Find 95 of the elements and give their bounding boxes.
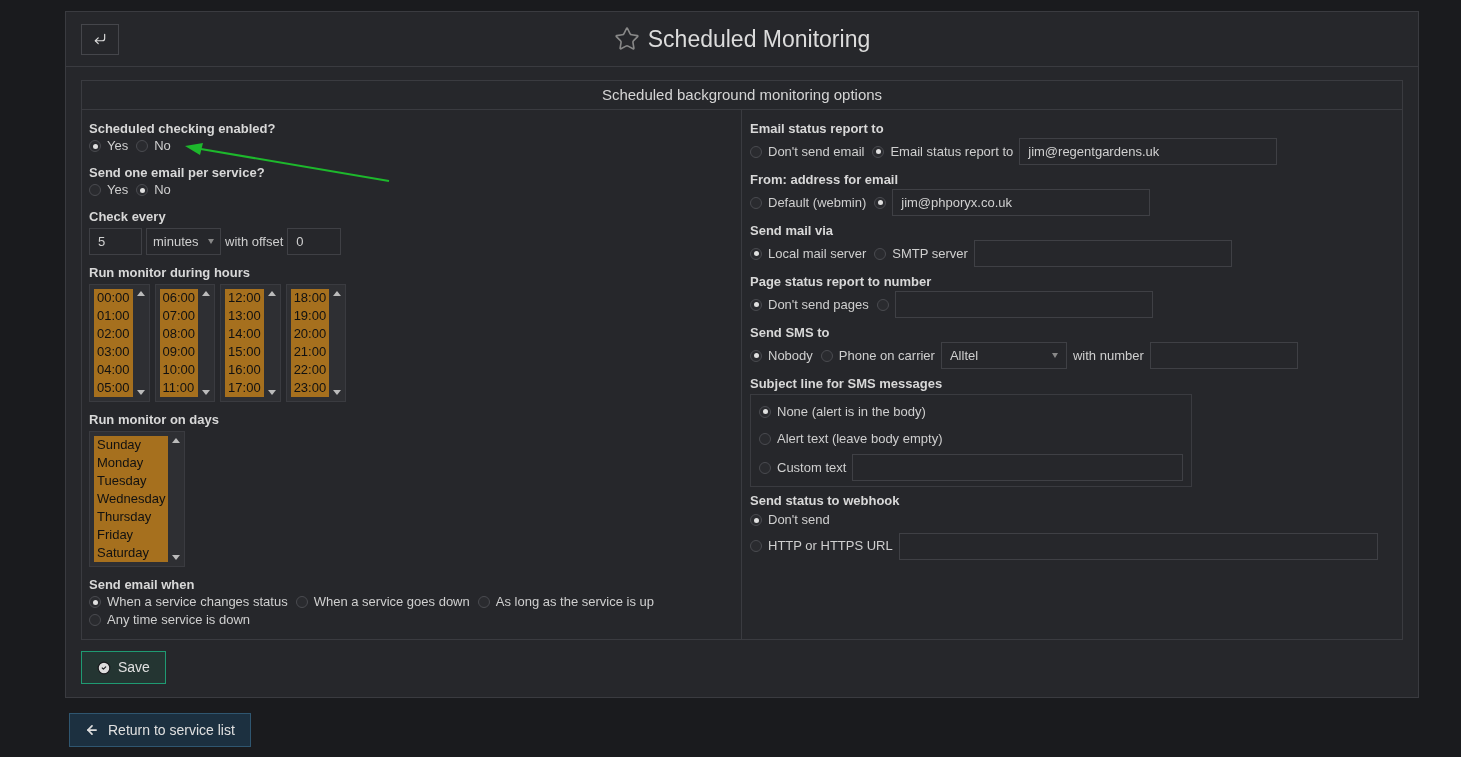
radio-button[interactable] (89, 140, 101, 152)
field-label: Send SMS to (750, 325, 831, 341)
radio-label: HTTP or HTTPS URL (768, 537, 893, 556)
radio-button[interactable] (759, 461, 771, 474)
scroll-up-icon[interactable] (267, 291, 276, 296)
caret-icon (208, 239, 214, 244)
radio-label: SMTP server (892, 244, 968, 263)
radio-label: When a service goes down (313, 593, 470, 612)
list-box[interactable]: 00:00 01:00 02:00 03:00 04:00 05:00 (89, 284, 150, 402)
field-label: Email status report to (750, 121, 885, 137)
text-field[interactable] (1149, 342, 1298, 369)
radio-button[interactable] (872, 145, 885, 158)
radio-button[interactable] (874, 247, 887, 260)
radio-button[interactable] (876, 298, 889, 311)
radio-label: Custom text (777, 458, 847, 477)
field-label: Send mail via (750, 223, 835, 239)
radio-button[interactable] (759, 405, 771, 418)
radio-button[interactable] (136, 140, 149, 152)
scroll-down-icon[interactable] (267, 390, 276, 395)
text-field[interactable]: jim@regentgardens.uk (1019, 138, 1278, 165)
field-label: Subject line for SMS messages (750, 376, 944, 392)
radio-button[interactable] (750, 540, 762, 552)
scroll-up-icon[interactable] (172, 438, 181, 443)
panel-heading: Scheduled background monitoring options (601, 84, 883, 105)
save-button[interactable]: Save (81, 651, 166, 684)
radio-label: Alert text (leave body empty) (777, 429, 943, 448)
radio-button[interactable] (750, 298, 762, 311)
radio-label: Don't send pages (768, 295, 869, 314)
radio-button[interactable] (820, 349, 833, 362)
field-label: Run monitor during hours (89, 265, 252, 281)
scroll-down-icon[interactable] (136, 390, 145, 395)
list-box[interactable]: Sunday Monday Tuesday Wednesday Thursday Friday Saturday (89, 431, 186, 567)
radio-button[interactable] (89, 184, 101, 196)
field-label: with offset (225, 232, 284, 251)
text-field[interactable] (852, 454, 1183, 481)
radio-label: Phone on carrier (838, 346, 935, 365)
radio-button[interactable] (89, 614, 101, 626)
text-field[interactable] (898, 532, 1378, 560)
text-field[interactable] (894, 291, 1153, 318)
radio-button[interactable] (759, 432, 771, 445)
scroll-down-icon[interactable] (333, 390, 342, 395)
field-label: Send email when (89, 577, 196, 593)
scroll-down-icon[interactable] (172, 555, 181, 560)
radio-button[interactable] (477, 596, 490, 608)
radio-label: When a service changes status (107, 593, 288, 612)
field-label: Send one email per service? (89, 165, 266, 181)
field-label: with number (1072, 346, 1144, 365)
radio-label: Email status report to (890, 142, 1014, 161)
radio-button[interactable] (750, 514, 762, 526)
radio-label: Nobody (768, 346, 813, 365)
unit-select[interactable]: minutes (146, 228, 221, 255)
radio-label: Yes (107, 181, 129, 200)
caret-icon (1051, 353, 1058, 358)
return-button[interactable]: Return to service list (69, 713, 251, 747)
radio-label: No (154, 181, 171, 200)
radio-label: As long as the service is up (495, 593, 654, 612)
field-label: Run monitor on days (89, 412, 220, 428)
text-field[interactable]: 0 (287, 228, 342, 255)
star-icon (613, 26, 640, 52)
scroll-up-icon[interactable] (333, 291, 342, 296)
field-label: From: address for email (750, 172, 900, 188)
field-label: Scheduled checking enabled? (89, 121, 277, 137)
radio-button[interactable] (750, 145, 762, 158)
text-field[interactable]: 5 (89, 228, 142, 255)
text-field[interactable]: jim@phporyx.co.uk (892, 189, 1151, 216)
field-label: Check every (89, 209, 167, 225)
radio-button[interactable] (136, 184, 149, 196)
scroll-up-icon[interactable] (202, 291, 211, 296)
radio-label: Yes (107, 137, 129, 156)
radio-button[interactable] (750, 196, 762, 209)
radio-button[interactable] (89, 596, 101, 608)
field-label: Send status to webhook (750, 493, 901, 509)
scroll-up-icon[interactable] (136, 291, 145, 296)
scroll-down-icon[interactable] (202, 390, 211, 395)
radio-label: Any time service is down (107, 611, 251, 630)
radio-label: Don't send email (768, 142, 865, 161)
radio-label: Don't send (768, 511, 830, 530)
radio-button[interactable] (295, 596, 308, 608)
list-box[interactable]: 06:00 07:00 08:00 09:00 10:00 11:00 (154, 284, 216, 402)
radio-button[interactable] (750, 247, 762, 260)
radio-label: Local mail server (768, 244, 867, 263)
list-box[interactable]: 18:00 19:00 20:00 21:00 22:00 23:00 (285, 284, 347, 402)
radio-label: Default (webmin) (768, 193, 867, 212)
list-box[interactable]: 12:00 13:00 14:00 15:00 16:00 17:00 (220, 284, 281, 402)
check-circle-icon (97, 660, 111, 675)
carrier-select[interactable]: Alltel (940, 342, 1067, 369)
text-field[interactable] (973, 240, 1232, 267)
radio-button[interactable] (750, 349, 762, 362)
radio-label: No (154, 137, 171, 156)
back-button[interactable] (81, 23, 119, 55)
radio-button[interactable] (874, 196, 887, 209)
radio-label: None (alert is in the body) (777, 402, 926, 421)
return-icon (93, 32, 107, 46)
field-label: Page status report to number (750, 274, 933, 290)
page-title: Scheduled Monitoring (647, 24, 871, 54)
